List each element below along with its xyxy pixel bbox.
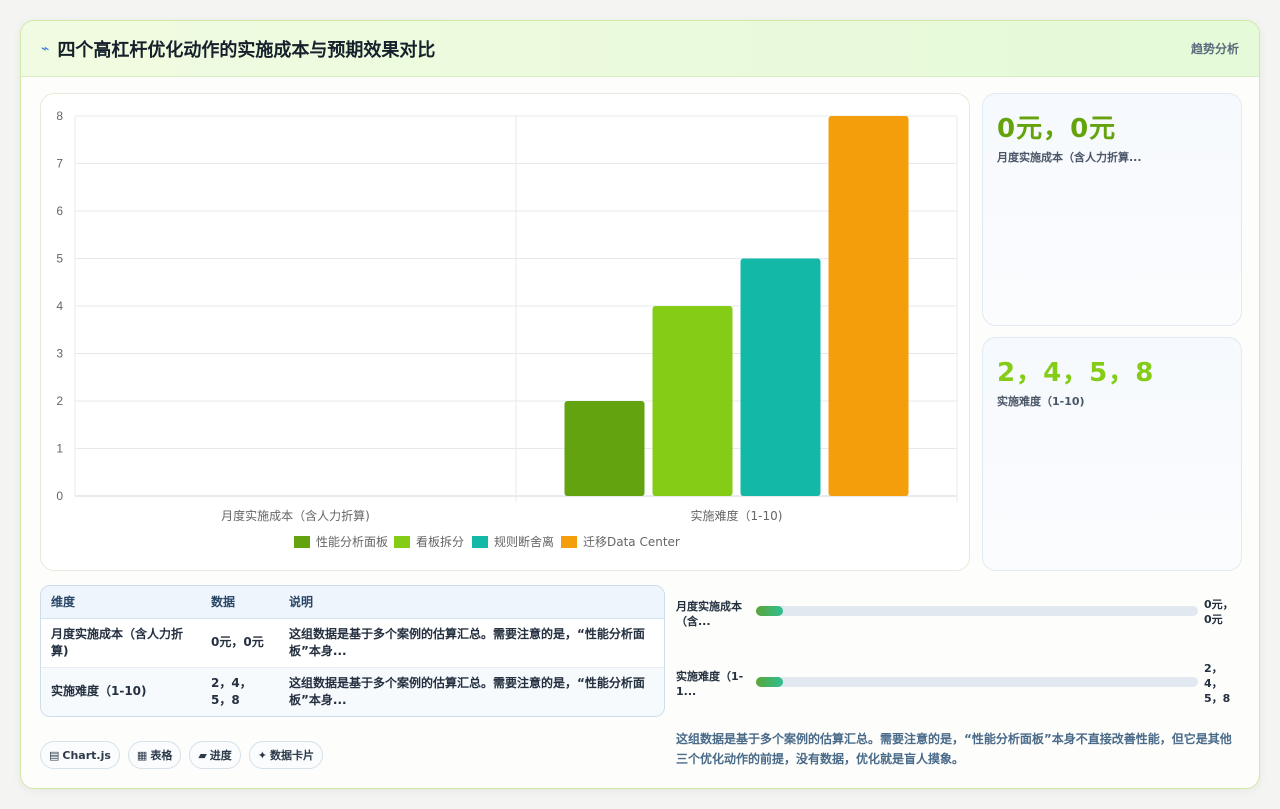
table-icon: ▦	[136, 748, 148, 762]
table-header: 说明	[279, 586, 664, 619]
chip-label: 表格	[150, 749, 173, 762]
header: ⌁ 四个高杠杆优化动作的实施成本与预期效果对比 趋势分析	[21, 21, 1259, 77]
page-title: 四个高杠杆优化动作的实施成本与预期效果对比	[57, 39, 436, 61]
bar	[564, 401, 645, 496]
table-cell: 实施难度（1-10)	[41, 667, 201, 716]
y-tick-label: 5	[56, 252, 63, 266]
table-cell: 2，4，5，8	[201, 667, 279, 716]
progress-track	[756, 677, 1198, 687]
progress-track	[756, 606, 1198, 616]
progress-icon: ▰	[198, 748, 207, 762]
y-tick-label: 3	[56, 347, 63, 361]
legend-swatch	[394, 536, 410, 548]
y-tick-label: 0	[56, 489, 63, 503]
progress-label: 实施难度（1-1...	[676, 670, 744, 698]
chip-label: 进度	[209, 749, 232, 762]
progress-label: 月度实施成本（含...	[676, 600, 742, 628]
table-row: 实施难度（1-10) 2，4，5，8 这组数据是基于多个案例的估算汇总。需要注意…	[41, 667, 664, 716]
stat-value: 2，4，5，8	[997, 358, 1155, 388]
y-tick-label: 8	[56, 109, 63, 123]
table-cell: 月度实施成本（含人力折算)	[41, 618, 201, 668]
bar-chart: 0 1 2 3 4 5 6 7 8 月度实施成本（含人力折算) 实施难度（1-10) 性能分析面板 看板…	[56, 109, 958, 549]
y-tick-label: 6	[56, 204, 63, 218]
y-tick-label: 4	[56, 299, 63, 313]
chip-label: 数据卡片	[270, 749, 315, 762]
stat-card-difficulty: 2，4，5，8 实施难度（1-10)	[982, 337, 1242, 571]
stat-card-cost: 0元，0元 月度实施成本（含人力折算...	[982, 93, 1242, 326]
progress-row-cost: 月度实施成本（含... 0元，0元	[676, 598, 1236, 639]
bar	[652, 306, 733, 496]
y-tick-label: 1	[56, 442, 63, 456]
progress-fill	[756, 606, 783, 616]
chart-icon: ▤	[49, 748, 60, 762]
chart-card: 0 1 2 3 4 5 6 7 8 月度实施成本（含人力折算) 实施难度（1-10) 性能分析面板 看板…	[40, 93, 970, 571]
table-cell: 这组数据是基于多个案例的估算汇总。需要注意的是，“性能分析面板”本身...	[279, 618, 664, 668]
bar	[828, 116, 909, 496]
summary-note: 这组数据是基于多个案例的估算汇总。需要注意的是，“性能分析面板”本身不直接改善性…	[676, 732, 1232, 766]
trend-analysis-tag[interactable]: 趋势分析	[1191, 40, 1239, 57]
legend-swatch	[472, 536, 488, 548]
table-cell: 这组数据是基于多个案例的估算汇总。需要注意的是，“性能分析面板”本身...	[279, 667, 664, 716]
progress-fill	[756, 677, 783, 687]
stat-label: 月度实施成本（含人力折算...	[997, 151, 1142, 164]
legend-swatch	[561, 536, 577, 548]
stat-label: 实施难度（1-10)	[997, 395, 1085, 408]
sparkle-icon: ✦	[257, 748, 268, 762]
table-header: 数据	[201, 586, 279, 619]
legend-swatch	[294, 536, 310, 548]
stat-value: 0元，0元	[997, 114, 1117, 144]
y-tick-label: 7	[56, 157, 63, 171]
lightning-icon: ⌁	[41, 40, 50, 57]
data-table: 维度 数据 说明 月度实施成本（含人力折算) 0元，0元 这组数据是基于多个案例…	[40, 585, 665, 717]
progress-row-difficulty: 实施难度（1-1... 2，4，5，8	[676, 661, 1236, 711]
progress-value: 2，4，5，8	[1204, 662, 1231, 705]
table-cell: 0元，0元	[201, 618, 279, 668]
legend-label: 规则断舍离	[494, 534, 554, 549]
chip-progress[interactable]: ▰ 进度	[189, 741, 241, 769]
chip-chartjs[interactable]: ▤ Chart.js	[40, 741, 120, 769]
chip-bar: ▤ Chart.js ▦ 表格 ▰ 进度 ✦ 数据卡片	[40, 741, 324, 769]
legend-label: 性能分析面板	[316, 535, 388, 549]
table-row: 月度实施成本（含人力折算) 0元，0元 这组数据是基于多个案例的估算汇总。需要注…	[41, 618, 664, 668]
progress-value: 0元，0元	[1204, 598, 1234, 626]
chip-table[interactable]: ▦ 表格	[127, 741, 182, 769]
legend-label: 看板拆分	[416, 534, 464, 549]
x-tick-label: 月度实施成本（含人力折算)	[221, 508, 370, 523]
bar	[740, 258, 821, 496]
x-tick-label: 实施难度（1-10)	[691, 508, 783, 523]
dashboard-frame: ⌁ 四个高杠杆优化动作的实施成本与预期效果对比 趋势分析 0 1 2 3 4 5 6 7 8 月度…	[20, 20, 1260, 789]
table-header: 维度	[41, 586, 201, 619]
y-tick-label: 2	[56, 394, 63, 408]
legend-label: 迁移Data Center	[583, 535, 680, 549]
chip-data-card[interactable]: ✦ 数据卡片	[248, 741, 324, 769]
chip-label: Chart.js	[62, 748, 111, 762]
